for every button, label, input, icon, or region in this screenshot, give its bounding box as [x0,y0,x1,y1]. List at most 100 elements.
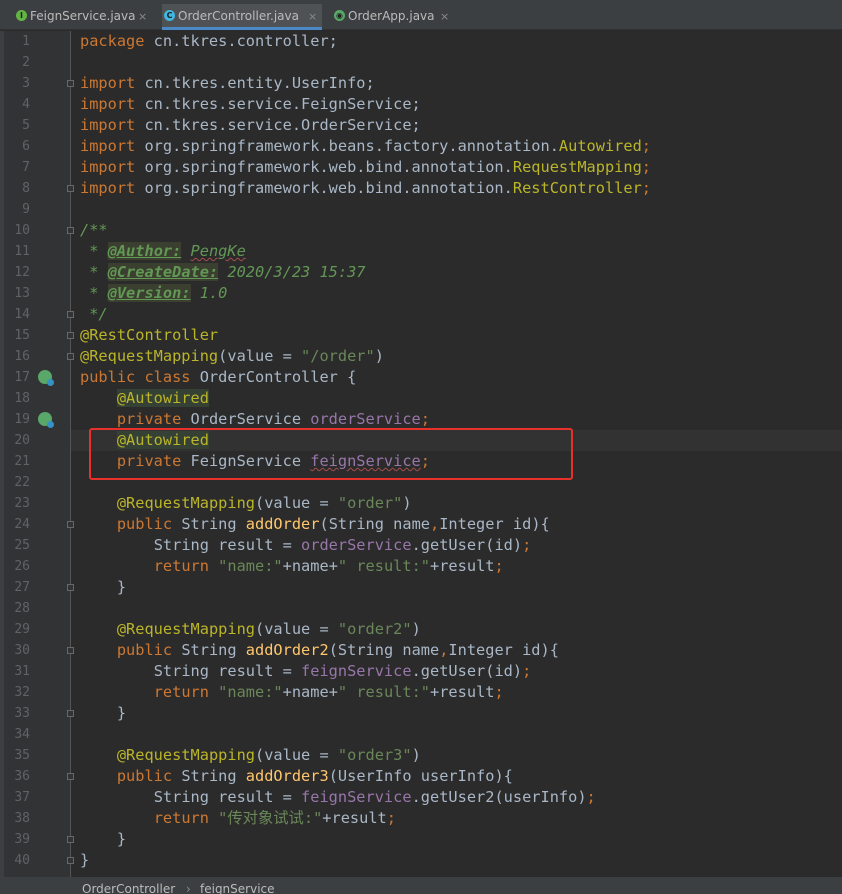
code-line[interactable]: import org.springframework.beans.factory… [80,136,840,157]
tab-feignservice[interactable]: I FeignService.java × [14,4,154,30]
code-line[interactable]: * @Author: PengKe [80,241,840,262]
code-line[interactable]: } [80,703,840,724]
fold-marker-icon[interactable] [67,584,74,591]
breadcrumb: OrderController › feignService [0,877,842,894]
fold-marker-icon[interactable] [67,80,74,87]
code-token: org.springframework.web.bind.annotation. [135,158,513,176]
line-number: 20 [14,433,30,448]
code-token: String [172,641,246,659]
code-token: "name:" [208,683,283,701]
fold-marker-icon[interactable] [67,227,74,234]
fold-marker-icon[interactable] [67,647,74,654]
code-token: import [80,74,136,92]
code-token: , [430,515,440,533]
line-number: 30 [14,643,30,658]
fold-marker-icon[interactable] [67,311,74,318]
code-line[interactable]: return "name:"+name+" result:"+result; [80,556,840,577]
fold-marker-icon[interactable] [67,185,74,192]
code-line[interactable]: @RequestMapping(value = "order3") [80,745,840,766]
fold-marker-icon[interactable] [67,836,74,843]
code-line[interactable]: } [80,829,840,850]
code-token: return [153,557,209,575]
code-line[interactable]: String result = feignService.getUser2(us… [80,787,840,808]
code-line[interactable]: public class OrderController { [80,367,840,388]
line-number: 15 [14,328,30,343]
code-line[interactable]: return "name:"+name+" result:"+result; [80,682,840,703]
code-token: cn.tkres.service.OrderService; [135,116,421,134]
line-number: 40 [14,853,30,868]
code-line[interactable]: @RequestMapping(value = "/order") [80,346,840,367]
code-line[interactable]: String result = feignService.getUser(id)… [80,661,840,682]
code-token: (String name [328,641,440,659]
code-line[interactable]: public String addOrder(String name,Integ… [80,514,840,535]
code-token: * [80,242,108,260]
fold-marker-icon[interactable] [67,521,74,528]
tab-label: FeignService.java [30,9,136,23]
breadcrumb-item[interactable]: feignService [200,877,275,894]
code-line[interactable]: import cn.tkres.service.OrderService; [80,115,840,136]
code-line[interactable]: * @CreateDate: 2020/3/23 15:37 [80,262,840,283]
spring-bean-icon[interactable] [38,370,54,386]
code-line[interactable]: private OrderService orderService; [80,409,840,430]
code-line[interactable]: import org.springframework.web.bind.anno… [80,157,840,178]
code-line[interactable]: } [80,577,840,598]
line-number: 17 [14,370,30,385]
fold-marker-icon[interactable] [67,332,74,339]
code-line[interactable]: import cn.tkres.entity.UserInfo; [80,73,840,94]
code-line[interactable]: /** [80,220,840,241]
autowired-navigate-icon[interactable] [38,412,54,428]
tab-ordercontroller[interactable]: C OrderController.java × [162,4,322,30]
fold-marker-icon[interactable] [67,353,74,360]
line-number: 32 [14,685,30,700]
code-token: PengKe [190,242,246,260]
code-token: @RequestMapping [116,494,255,512]
code-token: ) [402,494,412,512]
tab-label: OrderController.java [178,9,299,23]
code-line[interactable]: } [80,850,840,871]
code-token: (value = [255,620,338,638]
close-icon[interactable]: × [138,4,147,29]
code-token: package [80,32,145,50]
breadcrumb-item[interactable]: OrderController [82,877,175,894]
line-number: 33 [14,706,30,721]
code-line[interactable]: return "传对象试试:"+result; [80,808,840,829]
line-number: 28 [14,601,30,616]
code-line[interactable]: import cn.tkres.service.FeignService; [80,94,840,115]
code-token: ; [494,557,504,575]
code-token: orderService [301,536,412,554]
fold-marker-icon[interactable] [67,773,74,780]
fold-marker-icon[interactable] [67,857,74,864]
code-line[interactable]: String result = orderService.getUser(id)… [80,535,840,556]
line-number: 39 [14,832,30,847]
code-token: import [80,116,136,134]
code-token: public [116,641,173,659]
interface-icon: I [16,10,27,21]
code-line[interactable]: public String addOrder3(UserInfo userInf… [80,766,840,787]
code-token: ; [586,788,596,806]
code-line[interactable]: import org.springframework.web.bind.anno… [80,178,840,199]
code-line[interactable]: */ [80,304,840,325]
code-token: return [153,683,209,701]
code-line[interactable]: * @Version: 1.0 [80,283,840,304]
line-number: 35 [14,748,30,763]
close-icon[interactable]: × [440,4,449,29]
code-line[interactable]: @Autowired [80,388,840,409]
line-number: 4 [22,97,30,112]
code-line[interactable]: @RequestMapping(value = "order") [80,493,840,514]
code-line[interactable]: @RequestMapping(value = "order2") [80,619,840,640]
code-line[interactable]: package cn.tkres.controller; [80,31,840,52]
code-line[interactable]: @RestController [80,325,840,346]
tab-orderapp[interactable]: ◉ OrderApp.java × [332,4,457,30]
code-line[interactable]: public String addOrder2(String name,Inte… [80,640,840,661]
code-token: @RequestMapping [116,746,255,764]
code-token: org.springframework.web.bind.annotation. [135,179,513,197]
code-token: .getUser(id) [411,536,523,554]
close-icon[interactable]: × [308,4,317,29]
fold-marker-icon[interactable] [67,710,74,717]
line-number: 31 [14,664,30,679]
tab-label: OrderApp.java [348,9,435,23]
code-token: } [116,704,127,722]
code-token: (value = [255,494,338,512]
code-token: String result = [153,536,302,554]
